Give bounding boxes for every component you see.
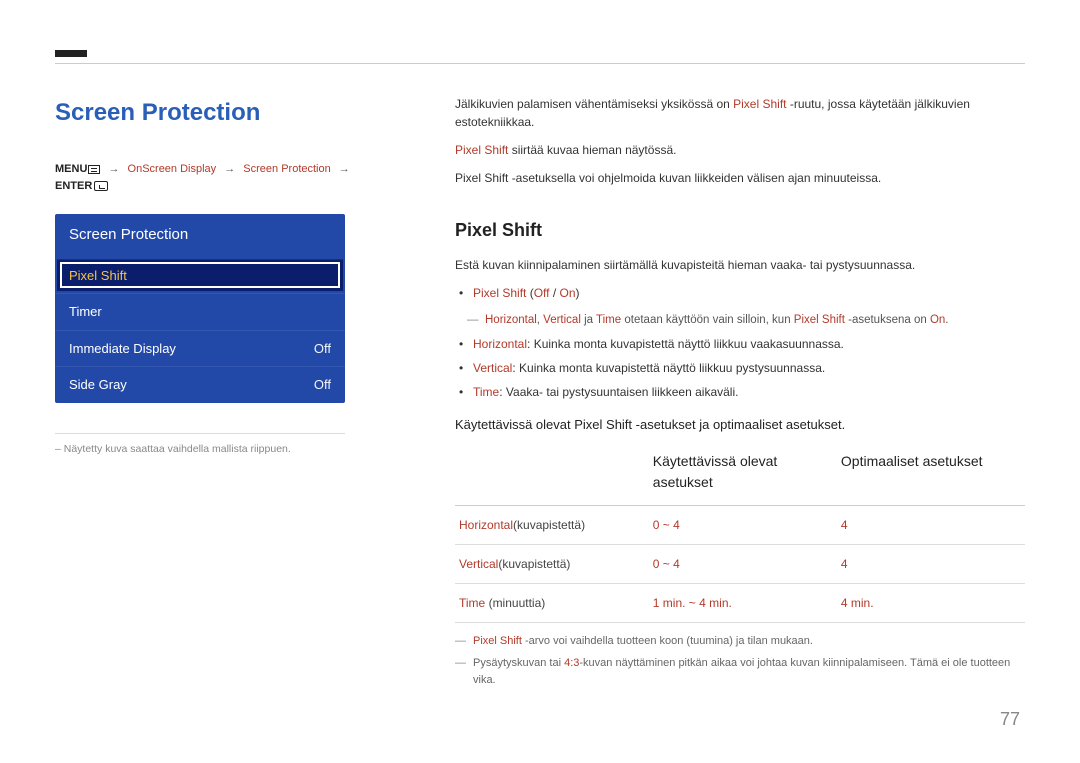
- text: : Vaaka- tai pystysuuntaisen liikkeen ai…: [499, 385, 738, 399]
- intro-paragraph-3: Pixel Shift -asetuksella voi ohjelmoida …: [455, 169, 1025, 187]
- breadcrumb-item-screen-protection: Screen Protection: [243, 163, 330, 175]
- menu-item-side-gray[interactable]: Side Gray Off: [55, 366, 345, 403]
- left-note: – Näytetty kuva saattaa vaihdella mallis…: [55, 442, 385, 458]
- highlight: Horizontal: [485, 314, 537, 326]
- text: : Kuinka monta kuvapistettä näyttö liikk…: [512, 361, 825, 375]
- menu-item-value: Off: [314, 375, 331, 395]
- list-item: Time: Vaaka- tai pystysuuntaisen liikkee…: [473, 383, 1025, 401]
- footnotes: Pixel Shift -arvo voi vaihdella tuotteen…: [455, 633, 1025, 689]
- section-heading-pixel-shift: Pixel Shift: [455, 217, 1025, 244]
- cell-name: Horizontal(kuvapistettä): [455, 505, 649, 544]
- highlight: Pixel Shift: [794, 314, 845, 326]
- list-item: Vertical: Kuinka monta kuvapistettä näyt…: [473, 359, 1025, 377]
- text-gray: (kuvapistettä): [498, 557, 570, 571]
- highlight: Off: [534, 286, 550, 300]
- cell-available: 0 ~ 4: [649, 544, 837, 583]
- table-row: Horizontal(kuvapistettä) 0 ~ 4 4: [455, 505, 1025, 544]
- menu-item-value: Off: [314, 339, 331, 359]
- left-column: Screen Protection MENU → OnScreen Displa…: [55, 95, 385, 457]
- menu-panel: Screen Protection Pixel Shift Timer Imme…: [55, 214, 345, 403]
- table-row: Vertical(kuvapistettä) 0 ~ 4 4: [455, 544, 1025, 583]
- highlight: Time: [473, 385, 499, 399]
- highlight: On: [930, 314, 945, 326]
- text: ): [576, 286, 580, 300]
- breadcrumb-menu-label: MENU: [55, 163, 87, 175]
- text: : Kuinka monta kuvapistettä näyttö liikk…: [527, 337, 844, 351]
- highlight: Time: [459, 596, 485, 610]
- right-column: Jälkikuvien palamisen vähentämiseksi yks…: [455, 95, 1025, 694]
- text: .: [945, 314, 948, 326]
- highlight: Pixel Shift: [473, 286, 526, 300]
- highlight: Pixel Shift: [473, 635, 522, 647]
- footnote-1: Pixel Shift -arvo voi vaihdella tuotteen…: [455, 633, 1025, 650]
- cell-optimal: 4 min.: [837, 583, 1025, 622]
- cell-available: 1 min. ~ 4 min.: [649, 583, 837, 622]
- menu-item-label: Pixel Shift: [69, 266, 127, 286]
- text: (: [526, 286, 533, 300]
- list-item: Horizontal: Kuinka monta kuvapistettä nä…: [473, 335, 1025, 353]
- bullet-list-2: Horizontal: Kuinka monta kuvapistettä nä…: [455, 335, 1025, 401]
- highlight: Vertical: [459, 557, 498, 571]
- text: Jälkikuvien palamisen vähentämiseksi yks…: [455, 97, 733, 111]
- section-paragraph: Estä kuvan kiinnipalaminen siirtämällä k…: [455, 256, 1025, 274]
- menu-item-immediate-display[interactable]: Immediate Display Off: [55, 330, 345, 367]
- breadcrumb: MENU → OnScreen Display → Screen Protect…: [55, 161, 385, 194]
- th-empty: [455, 443, 649, 506]
- breadcrumb-item-onscreen-display: OnScreen Display: [128, 163, 217, 175]
- panel-divider: [55, 433, 345, 434]
- arrow-icon: →: [224, 163, 235, 175]
- highlight: Vertical: [543, 314, 581, 326]
- text: Pysäytyskuvan tai: [473, 657, 564, 669]
- cell-optimal: 4: [837, 505, 1025, 544]
- text-gray: (minuuttia): [485, 596, 545, 610]
- dash-note-1: Horizontal, Vertical ja Time otetaan käy…: [455, 312, 1025, 329]
- menu-item-label: Immediate Display: [69, 339, 176, 359]
- enter-icon: [94, 181, 108, 191]
- highlight: Time: [596, 314, 621, 326]
- intro-paragraph-1: Jälkikuvien palamisen vähentämiseksi yks…: [455, 95, 1025, 131]
- menu-item-pixel-shift[interactable]: Pixel Shift: [57, 259, 343, 292]
- menu-icon: [88, 165, 100, 174]
- th-available: Käytettävissä olevat asetukset: [649, 443, 837, 506]
- highlight: Horizontal: [459, 518, 513, 532]
- menu-item-label: Timer: [69, 302, 102, 322]
- cell-name: Time (minuuttia): [455, 583, 649, 622]
- cell-name: Vertical(kuvapistettä): [455, 544, 649, 583]
- highlight: On: [560, 286, 576, 300]
- menu-panel-title: Screen Protection: [55, 214, 345, 257]
- bullet-list-1: Pixel Shift (Off / On): [455, 284, 1025, 302]
- page-title: Screen Protection: [55, 95, 385, 131]
- highlight: Vertical: [473, 361, 512, 375]
- menu-item-label: Side Gray: [69, 375, 127, 395]
- footnote-2: Pysäytyskuvan tai 4:3-kuvan näyttäminen …: [455, 655, 1025, 688]
- th-optimal: Optimaaliset asetukset: [837, 443, 1025, 506]
- highlight: Horizontal: [473, 337, 527, 351]
- cell-available: 0 ~ 4: [649, 505, 837, 544]
- settings-table: Käytettävissä olevat asetukset Optimaali…: [455, 443, 1025, 623]
- page-corner-mark: [55, 50, 87, 57]
- highlight: 4:3: [564, 657, 579, 669]
- table-row: Time (minuuttia) 1 min. ~ 4 min. 4 min.: [455, 583, 1025, 622]
- text-gray: (kuvapistettä): [513, 518, 585, 532]
- cell-optimal: 4: [837, 544, 1025, 583]
- highlight: Pixel Shift: [455, 143, 508, 157]
- text: -arvo voi vaihdella tuotteen koon (tuumi…: [522, 635, 813, 647]
- top-divider: [55, 63, 1025, 64]
- table-header-row: Käytettävissä olevat asetukset Optimaali…: [455, 443, 1025, 506]
- breadcrumb-enter-label: ENTER: [55, 180, 92, 192]
- page-number: 77: [1000, 706, 1020, 733]
- text: siirtää kuvaa hieman näytössä.: [508, 143, 676, 157]
- sub-heading: Käytettävissä olevat Pixel Shift -asetuk…: [455, 415, 1025, 435]
- arrow-icon: →: [108, 163, 119, 175]
- intro-paragraph-2: Pixel Shift siirtää kuvaa hieman näytöss…: [455, 141, 1025, 159]
- text: otetaan käyttöön vain silloin, kun: [621, 314, 794, 326]
- text: -asetuksena on: [845, 314, 930, 326]
- list-item: Pixel Shift (Off / On): [473, 284, 1025, 302]
- menu-item-timer[interactable]: Timer: [55, 293, 345, 330]
- text: /: [550, 286, 560, 300]
- highlight: Pixel Shift: [733, 97, 786, 111]
- arrow-icon: →: [339, 163, 350, 175]
